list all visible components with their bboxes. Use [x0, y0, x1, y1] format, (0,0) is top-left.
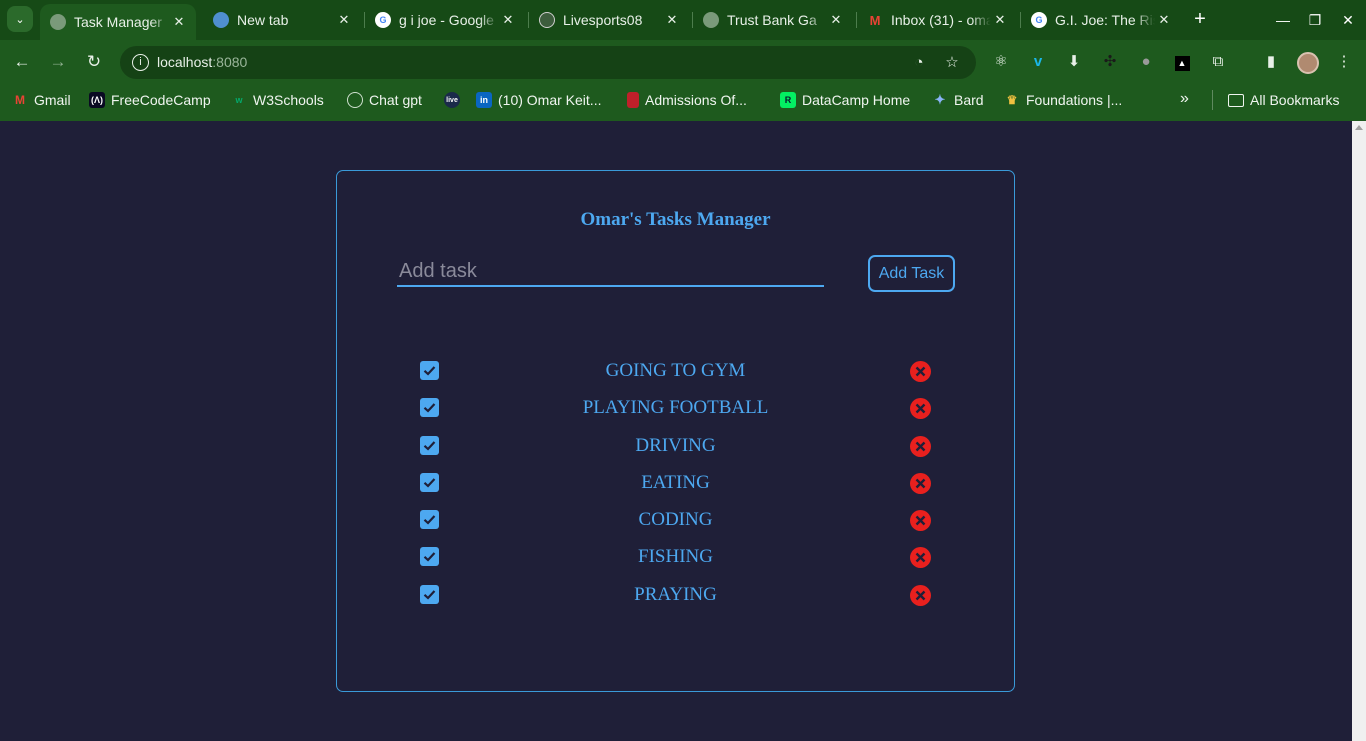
livesports-icon [539, 12, 555, 28]
bookmark-chatgpt[interactable]: Chat gpt [347, 90, 422, 110]
globe-icon [703, 12, 719, 28]
tab-trust-bank[interactable]: Trust Bank Ga ✕ [693, 4, 853, 36]
bookmark-red-icon [627, 92, 639, 108]
reload-button[interactable]: ↻ [82, 50, 106, 74]
google-icon: G [375, 12, 391, 28]
back-button[interactable]: ← [10, 50, 34, 74]
close-icon[interactable]: ✕ [991, 12, 1009, 28]
datacamp-icon: R [780, 92, 796, 108]
bookmark-admissions[interactable]: Admissions Of... [627, 90, 747, 110]
info-icon[interactable]: i [132, 54, 149, 71]
window-close-icon[interactable]: ✕ [1336, 8, 1360, 32]
performance-icon[interactable]: ◔ [908, 52, 930, 74]
all-bookmarks[interactable]: All Bookmarks [1228, 90, 1339, 110]
tab-strip: ⌄ Task Manager ✕ New tab ✕ G g i joe - G… [0, 0, 1366, 40]
task-row: PLAYING FOOTBALL [337, 390, 1014, 427]
task-row: GOING TO GYM [337, 353, 1014, 390]
bookmark-bard[interactable]: ✦ Bard [932, 90, 984, 110]
minimize-icon[interactable]: — [1271, 8, 1295, 32]
task-manager-card: Omar's Tasks Manager Add Task GOING TO G… [336, 170, 1015, 692]
tab-gi-joe[interactable]: G G.I. Joe: The Rise ✕ [1021, 4, 1181, 36]
download-icon[interactable]: ⬇ [1063, 51, 1085, 73]
react-devtools-icon[interactable]: ⚛ [990, 51, 1012, 73]
menu-icon[interactable]: ⋮ [1333, 51, 1355, 73]
extension-black-icon[interactable]: ▲ [1171, 51, 1193, 73]
task-row: EATING [337, 465, 1014, 502]
close-icon[interactable]: ✕ [335, 12, 353, 28]
page-title: Omar's Tasks Manager [580, 209, 771, 230]
restore-icon[interactable]: ❐ [1303, 8, 1327, 32]
close-icon[interactable]: ✕ [499, 12, 517, 28]
avatar[interactable] [1297, 52, 1319, 74]
vertical-scrollbar[interactable] [1352, 121, 1366, 741]
foundations-icon: ♛ [1006, 93, 1018, 107]
chevron-down-icon: ⌄ [15, 13, 25, 26]
extensions-puzzle-icon[interactable]: ⧉ [1207, 51, 1229, 73]
freecodecamp-icon: (Λ) [89, 92, 105, 108]
new-tab-button[interactable]: + [1189, 8, 1211, 30]
bookmark-gmail[interactable]: M Gmail [12, 90, 71, 110]
delete-task-icon[interactable] [910, 435, 931, 457]
star-icon[interactable]: ☆ [941, 52, 963, 74]
google-icon: G [1031, 12, 1047, 28]
tab-search-button[interactable]: ⌄ [7, 6, 33, 32]
linkedin-icon: in [476, 92, 492, 108]
extension-grey-icon[interactable]: ● [1135, 51, 1157, 73]
tab-task-manager[interactable]: Task Manager ✕ [40, 4, 196, 40]
tab-inbox[interactable]: M Inbox (31) - omar ✕ [857, 4, 1017, 36]
forward-button[interactable]: → [46, 50, 70, 74]
tab-new-tab[interactable]: New tab ✕ [203, 4, 361, 36]
task-row: PRAYING [337, 577, 1014, 614]
tab-livesports[interactable]: Livesports08 ✕ [529, 4, 689, 36]
chatgpt-icon [347, 92, 363, 108]
gmail-icon: M [869, 12, 881, 28]
task-row: FISHING [337, 539, 1014, 576]
live-icon: live [444, 92, 460, 108]
page-content: Omar's Tasks Manager Add Task GOING TO G… [0, 121, 1352, 741]
tab-google-search[interactable]: G g i joe - Google Search ✕ [365, 4, 525, 36]
task-row: DRIVING [337, 428, 1014, 465]
bookmark-freecodecamp[interactable]: (Λ) FreeCodeCamp [89, 90, 211, 110]
gmail-icon: M [15, 93, 25, 107]
delete-task-icon[interactable] [910, 472, 931, 494]
bookmark-w3schools[interactable]: w W3Schools [231, 90, 323, 110]
folder-icon [1228, 93, 1244, 107]
side-panel-icon[interactable]: ▮ [1260, 51, 1282, 73]
close-icon[interactable]: ✕ [170, 14, 188, 30]
address-bar[interactable]: i localhost:8080 ◔ ☆ [120, 46, 976, 79]
extension-figure-icon[interactable]: ✣ [1099, 51, 1121, 73]
add-task-input[interactable] [397, 257, 824, 287]
delete-task-icon[interactable] [910, 361, 931, 382]
vimeo-icon[interactable]: v [1027, 51, 1049, 73]
w3schools-icon: w [235, 95, 243, 105]
bookmark-datacamp[interactable]: R DataCamp Home [780, 90, 910, 110]
browser-chrome: ⌄ Task Manager ✕ New tab ✕ G g i joe - G… [0, 0, 1366, 121]
url-text: localhost:8080 [157, 54, 248, 70]
close-icon[interactable]: ✕ [827, 12, 845, 28]
bard-icon: ✦ [934, 92, 946, 107]
close-icon[interactable]: ✕ [663, 12, 681, 28]
bookmarks-divider [1212, 90, 1213, 110]
bookmarks-overflow-icon[interactable]: » [1180, 90, 1189, 108]
bookmark-linkedin[interactable]: in (10) Omar Keit... [476, 90, 601, 110]
bookmark-foundations[interactable]: ♛ Foundations |... [1004, 90, 1123, 110]
new-tab-icon [213, 12, 229, 28]
bookmark-live[interactable]: live [444, 90, 466, 110]
task-row: CODING [337, 502, 1014, 539]
delete-task-icon[interactable] [910, 584, 931, 606]
add-task-button[interactable]: Add Task [868, 255, 955, 292]
task-list: GOING TO GYM PLAYING FOOTBALL DRIVING EA… [337, 353, 1014, 614]
globe-icon [50, 14, 66, 30]
scroll-up-icon[interactable] [1355, 125, 1363, 130]
close-icon[interactable]: ✕ [1155, 12, 1173, 28]
